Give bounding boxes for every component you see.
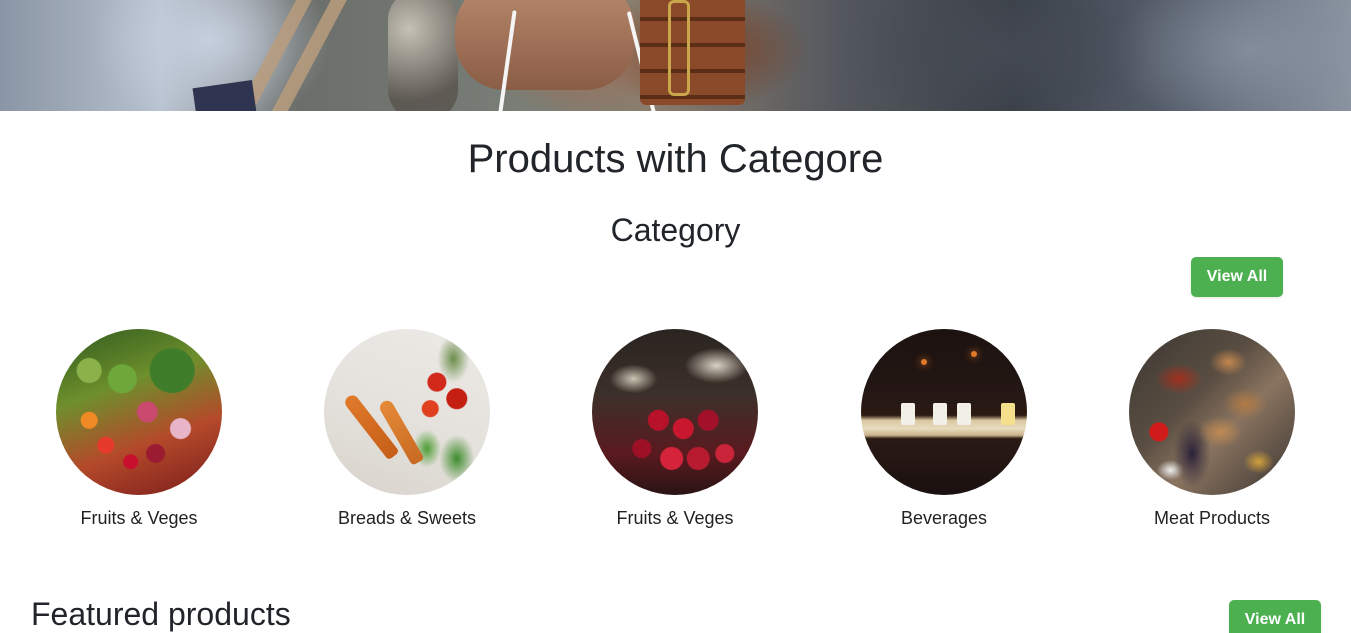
berry-tarts-image[interactable] [592, 329, 758, 495]
category-label[interactable]: Meat Products [1112, 507, 1312, 529]
category-item[interactable]: Fruits & Veges [39, 329, 239, 529]
category-item[interactable]: Fruits & Veges [575, 329, 775, 529]
bracelet [388, 0, 458, 111]
category-label[interactable]: Breads & Sweets [307, 507, 507, 529]
belt-buckle [668, 0, 690, 96]
fruits-vegetables-image[interactable] [56, 329, 222, 495]
featured-view-all-button[interactable]: View All [1229, 600, 1321, 633]
hero-banner-image [0, 0, 1351, 111]
leather-belt [640, 0, 745, 105]
category-heading: Category [610, 212, 741, 248]
shopping-bag [192, 80, 258, 111]
page: Products with Categore Category View All… [0, 0, 1351, 633]
category-label[interactable]: Beverages [844, 507, 1044, 529]
page-title: Products with Categore [467, 137, 884, 181]
featured-products-heading: Featured products [31, 596, 291, 632]
bar-light [921, 359, 927, 365]
cup [1001, 403, 1015, 425]
category-label[interactable]: Fruits & Veges [575, 507, 775, 529]
category-item[interactable]: Meat Products [1112, 329, 1312, 529]
bar-light [971, 351, 977, 357]
cup [933, 403, 947, 425]
category-view-all-button[interactable]: View All [1191, 257, 1283, 297]
carrots-tomatoes-image[interactable] [324, 329, 490, 495]
category-item[interactable]: Breads & Sweets [307, 329, 507, 529]
drinks-bar-image[interactable] [861, 329, 1027, 495]
cup [957, 403, 971, 425]
category-label[interactable]: Fruits & Veges [39, 507, 239, 529]
cup [901, 403, 915, 425]
grilled-meat-image[interactable] [1129, 329, 1295, 495]
category-item[interactable]: Beverages [844, 329, 1044, 529]
hand [455, 0, 635, 90]
